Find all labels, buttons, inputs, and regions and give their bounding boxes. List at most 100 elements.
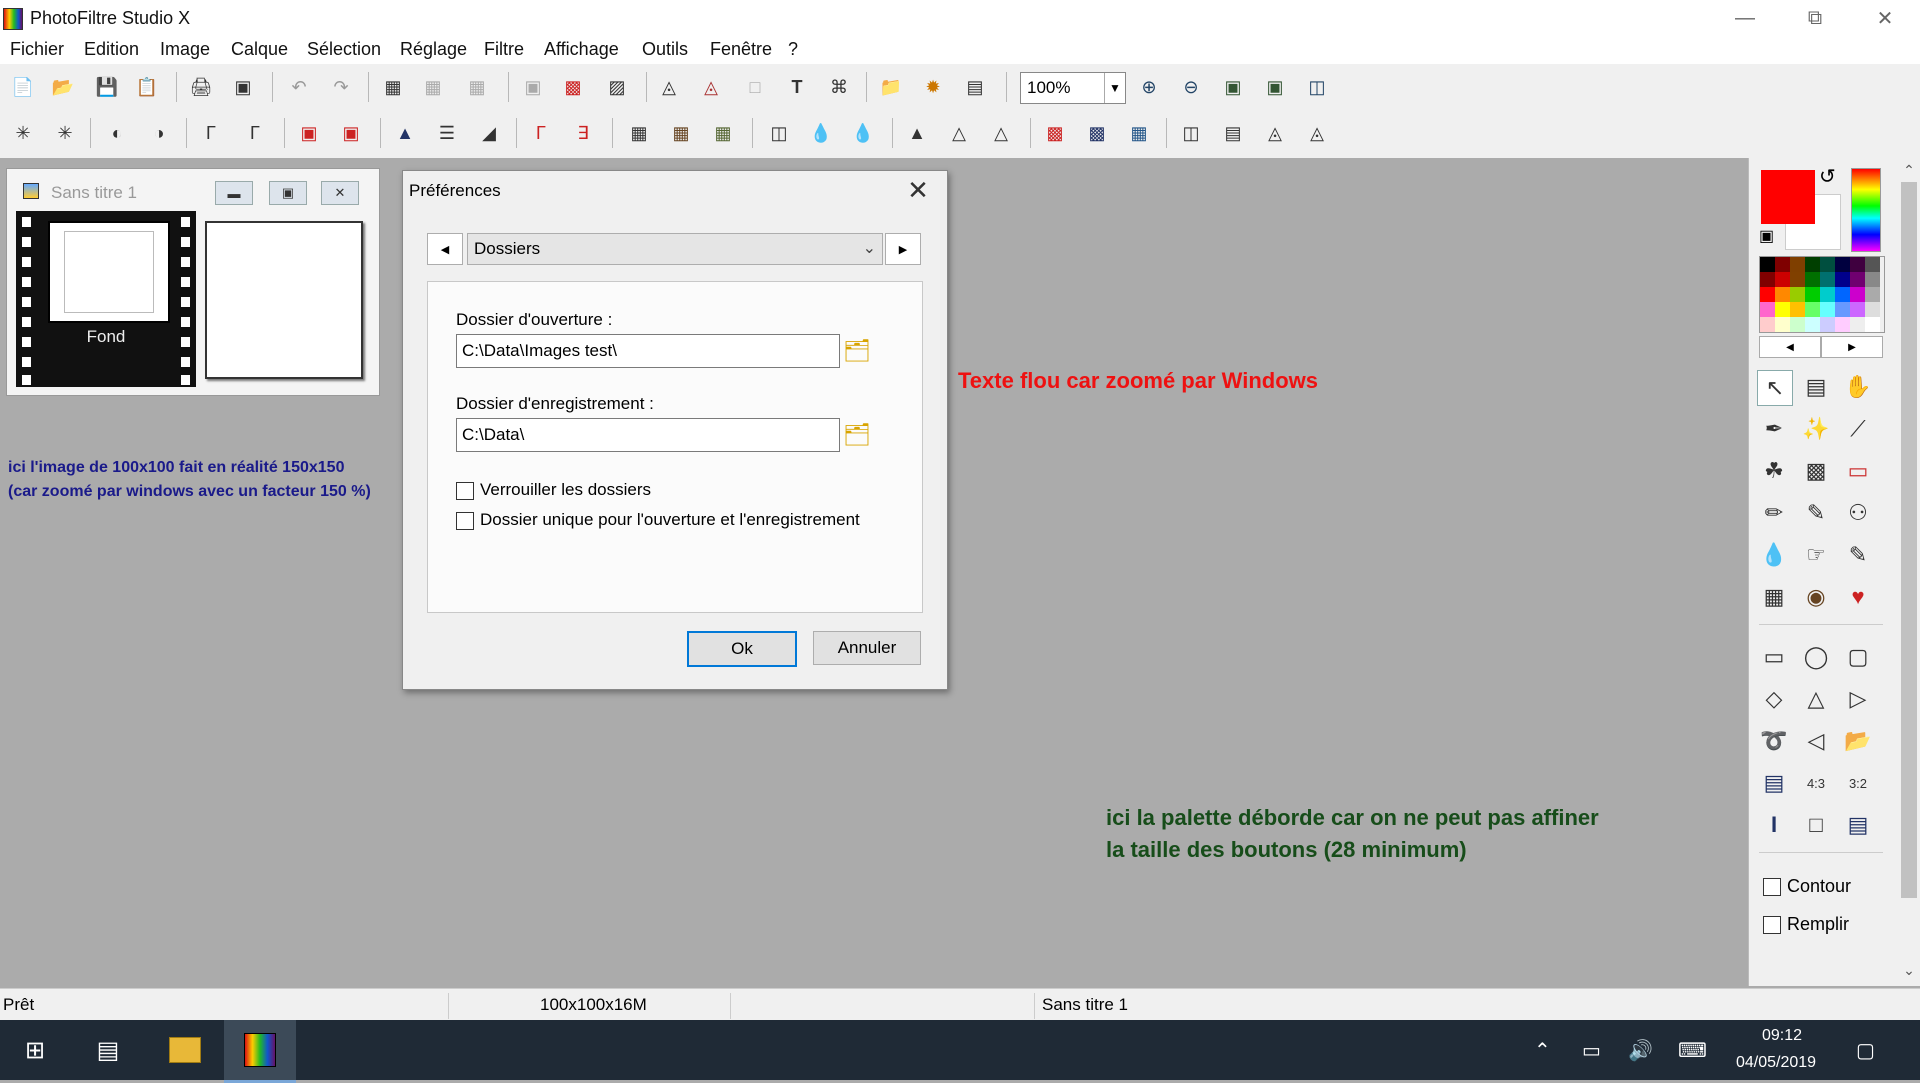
antique-icon[interactable]: ▦ xyxy=(710,120,736,146)
transform-icon[interactable]: ⌘ xyxy=(826,74,852,100)
color-swatch[interactable] xyxy=(1865,272,1880,287)
show-hidden-icons-icon[interactable]: ⌃ xyxy=(1534,1020,1551,1080)
display-icon[interactable]: ▩ xyxy=(1084,120,1110,146)
triangle-icon[interactable]: △ xyxy=(988,120,1014,146)
undo-icon[interactable]: ↶ xyxy=(286,74,312,100)
keyboard-icon[interactable]: ⌨ xyxy=(1678,1020,1707,1080)
stamp-icon[interactable]: ⚇ xyxy=(1841,496,1875,530)
eraser-icon[interactable]: ▭ xyxy=(1841,454,1875,488)
lasso-icon[interactable]: ➰ xyxy=(1757,724,1791,758)
image-canvas[interactable] xyxy=(205,221,363,379)
layer-panel[interactable]: Fond xyxy=(16,211,196,387)
layer-mode-icon[interactable]: ▣ xyxy=(520,74,546,100)
color-swatch[interactable] xyxy=(1775,287,1790,302)
color-swatch[interactable] xyxy=(1850,317,1865,332)
contrast-up-icon[interactable]: Γ xyxy=(242,120,268,146)
swatch-prev-button[interactable]: ◀ xyxy=(1759,336,1821,358)
color-swatch[interactable] xyxy=(1850,287,1865,302)
polygon-lasso-icon[interactable]: ◁ xyxy=(1799,724,1833,758)
color-swatch[interactable] xyxy=(1835,257,1850,272)
clone-icon[interactable]: ◉ xyxy=(1799,580,1833,614)
saturation-down-icon[interactable]: ▣ xyxy=(296,120,322,146)
save-as-icon[interactable]: 📋 xyxy=(134,74,160,100)
palette-scrollbar[interactable]: ⌃ ⌄ xyxy=(1898,158,1920,986)
foreground-color-swatch[interactable] xyxy=(1761,170,1815,224)
window-icon[interactable]: ▤ xyxy=(962,74,988,100)
explorer-icon[interactable]: 📁 xyxy=(878,74,904,100)
hand-tool-icon[interactable]: ✋ xyxy=(1841,370,1875,404)
chevron-down-icon[interactable]: ▼ xyxy=(1104,73,1125,103)
restore-button[interactable]: ⧉ xyxy=(1780,0,1850,36)
notifications-icon[interactable]: ▢ xyxy=(1856,1020,1875,1080)
brightness-up-icon[interactable]: ◑ xyxy=(146,120,172,146)
crop-tool-icon[interactable]: ▤ xyxy=(1799,370,1833,404)
contour-checkbox[interactable] xyxy=(1763,878,1781,896)
color-swatch[interactable] xyxy=(1760,302,1775,317)
auto-level-icon[interactable]: ✳ xyxy=(10,120,36,146)
redo-icon[interactable]: ↷ xyxy=(328,74,354,100)
color-swatch[interactable] xyxy=(1775,302,1790,317)
menu-outils[interactable]: Outils xyxy=(642,39,688,60)
menu-reglage[interactable]: Réglage xyxy=(400,39,467,60)
layer-thumbnail[interactable] xyxy=(48,221,170,323)
windows-start-icon[interactable]: ⊞ xyxy=(0,1020,70,1080)
dialog-close-icon[interactable]: ✕ xyxy=(903,175,933,206)
actual-size-icon[interactable]: ▣ xyxy=(1262,74,1288,100)
diamond-shape-icon[interactable]: ◇ xyxy=(1757,682,1791,716)
browse-folder-icon[interactable]: 🗂 xyxy=(843,338,871,364)
color-swatch[interactable] xyxy=(1760,317,1775,332)
text-icon[interactable]: T xyxy=(784,74,810,100)
play-shape-icon[interactable]: ▷ xyxy=(1841,682,1875,716)
task-view-icon[interactable]: ▤ xyxy=(76,1020,140,1080)
new-file-icon[interactable]: 📄 xyxy=(10,74,36,100)
transparency-icon[interactable]: ▨ xyxy=(604,74,630,100)
zoom-select[interactable]: 100% ▼ xyxy=(1020,72,1126,104)
save-folder-field[interactable]: C:\Data\ xyxy=(456,418,840,452)
menu-edition[interactable]: Edition xyxy=(84,39,139,60)
menu-affichage[interactable]: Affichage xyxy=(544,39,619,60)
canvas-size-icon[interactable]: ◬ xyxy=(698,74,724,100)
emboss-icon[interactable]: ▲ xyxy=(904,120,930,146)
menu-selection[interactable]: Sélection xyxy=(307,39,381,60)
select-all-icon[interactable]: ▤ xyxy=(1757,766,1791,800)
color-swatch[interactable] xyxy=(1850,302,1865,317)
free-selection-icon[interactable]: □ xyxy=(1799,808,1833,842)
pattern-icon[interactable]: ▦ xyxy=(1757,580,1791,614)
color-swatch[interactable] xyxy=(1775,317,1790,332)
menu-fenetre[interactable]: Fenêtre xyxy=(710,39,772,60)
color-swatch[interactable] xyxy=(1835,287,1850,302)
color-swatch[interactable] xyxy=(1775,257,1790,272)
brightness-down-icon[interactable]: ◐ xyxy=(104,120,130,146)
scroll-down-icon[interactable]: ⌄ xyxy=(1898,962,1920,979)
color-swatch[interactable] xyxy=(1820,302,1835,317)
color-swatch[interactable] xyxy=(1805,272,1820,287)
pyramid-icon[interactable]: △ xyxy=(946,120,972,146)
mirror-icon[interactable]: ◫ xyxy=(1178,120,1204,146)
color-swatch[interactable] xyxy=(1865,302,1880,317)
clock-time[interactable]: 09:12 xyxy=(1762,1027,1802,1045)
fit-window-icon[interactable]: ▣ xyxy=(1220,74,1246,100)
rectangle-shape-icon[interactable]: ▭ xyxy=(1757,640,1791,674)
blur-tool-icon[interactable]: 💧 xyxy=(1757,538,1791,572)
prev-category-button[interactable]: ◀ xyxy=(427,233,463,265)
paste-new-icon[interactable]: ▦ xyxy=(464,74,490,100)
category-select[interactable]: Dossiers ⌄ xyxy=(467,233,883,265)
zoom-in-icon[interactable]: ⊕ xyxy=(1136,74,1162,100)
image-close-button[interactable]: ✕ xyxy=(321,181,359,205)
color-swatch[interactable] xyxy=(1805,287,1820,302)
effects-icon[interactable]: ▦ xyxy=(1126,120,1152,146)
grayscale-icon[interactable]: ▦ xyxy=(626,120,652,146)
color-swatch[interactable] xyxy=(1850,257,1865,272)
color-swatch[interactable] xyxy=(1865,257,1880,272)
palette-icon[interactable]: ▩ xyxy=(560,74,586,100)
print-icon[interactable]: 🖨 xyxy=(188,74,214,100)
gamma-auto-icon[interactable]: Γ xyxy=(528,120,554,146)
plugins-icon[interactable]: ✹ xyxy=(920,74,946,100)
swatch-next-button[interactable]: ▶ xyxy=(1821,336,1883,358)
menu-help[interactable]: ? xyxy=(788,39,798,60)
menu-calque[interactable]: Calque xyxy=(231,39,288,60)
color-swatch[interactable] xyxy=(1835,272,1850,287)
save-icon[interactable]: 💾 xyxy=(94,74,120,100)
color-swatch[interactable] xyxy=(1790,302,1805,317)
blur-icon[interactable]: 💧 xyxy=(808,120,834,146)
